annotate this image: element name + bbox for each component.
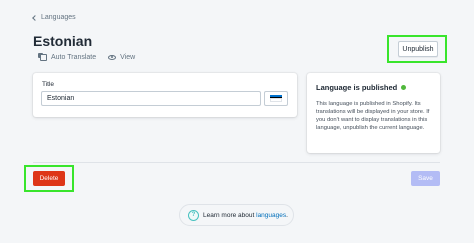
title-input[interactable]: Estonian xyxy=(41,91,261,106)
estonia-flag-icon xyxy=(270,95,282,103)
delete-button[interactable]: Delete xyxy=(33,171,65,186)
published-status-dot-icon xyxy=(401,85,407,90)
eye-icon xyxy=(108,54,117,60)
learn-more-text: Learn more about languages. xyxy=(203,211,288,219)
publish-status-description: This language is published in Shopify. I… xyxy=(316,101,430,131)
chevron-left-icon xyxy=(32,14,38,21)
divider xyxy=(33,162,440,163)
page-actions: Auto Translate View xyxy=(38,53,135,61)
publish-status-title: Language is published xyxy=(316,83,398,92)
breadcrumb-languages-link[interactable]: Languages xyxy=(41,14,76,21)
auto-translate-button[interactable]: Auto Translate xyxy=(38,53,96,61)
title-field-label: Title xyxy=(42,81,55,88)
view-label: View xyxy=(120,53,136,61)
learn-more-footer: ? Learn more about languages. xyxy=(179,204,294,226)
flag-selector[interactable] xyxy=(264,91,288,106)
view-button[interactable]: View xyxy=(108,54,135,61)
publish-status-heading: Language is published xyxy=(316,83,407,92)
translate-icon xyxy=(38,53,47,61)
unpublish-button[interactable]: Unpublish xyxy=(398,41,438,57)
save-button[interactable]: Save xyxy=(411,171,440,186)
languages-help-link[interactable]: languages xyxy=(256,212,286,219)
publish-status-card: Language is published This language is p… xyxy=(307,73,440,153)
title-card: Title Estonian xyxy=(33,73,297,117)
page-title: Estonian xyxy=(33,33,93,49)
breadcrumb[interactable]: Languages xyxy=(32,14,76,21)
auto-translate-label: Auto Translate xyxy=(51,53,97,61)
question-mark-icon: ? xyxy=(188,209,199,221)
